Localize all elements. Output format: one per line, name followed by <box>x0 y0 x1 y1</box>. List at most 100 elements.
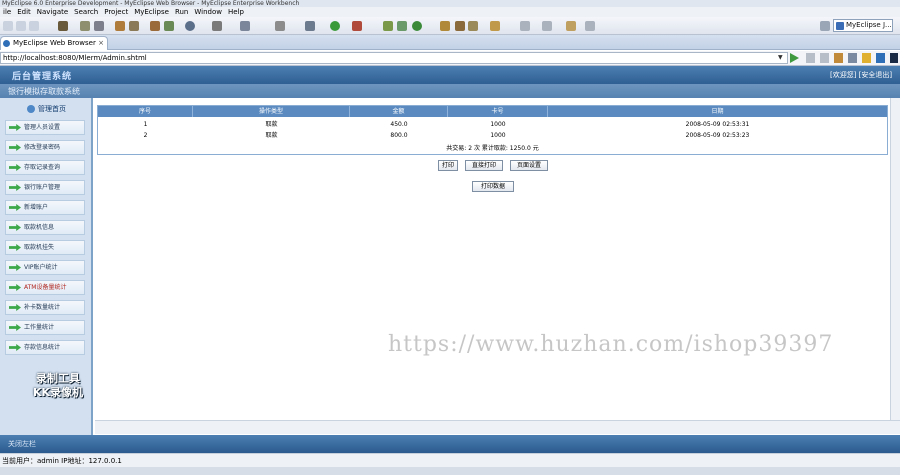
menu-navigate[interactable]: Navigate <box>37 8 68 16</box>
go-icon[interactable] <box>790 53 799 63</box>
back-icon[interactable] <box>806 53 815 63</box>
column-header: 卡号 <box>448 106 548 117</box>
arrow-icon <box>9 304 21 311</box>
window-title: MyEclipse 6.0 Enterprise Development - M… <box>2 0 300 7</box>
sidebar-item-report-loss[interactable]: 取款机挂失 <box>5 240 85 255</box>
table-cell: 2008-05-09 02:53:31 <box>685 121 750 128</box>
app-header: 后台管理系统 [欢迎您] [安全退出] <box>0 66 900 84</box>
menu-myeclipse[interactable]: MyEclipse <box>134 8 169 16</box>
settings-icon[interactable] <box>94 21 104 31</box>
new-class-icon[interactable] <box>412 21 422 31</box>
stop-icon[interactable] <box>834 53 843 63</box>
column-header: 日期 <box>711 108 724 115</box>
new-java-project-icon[interactable] <box>383 21 393 31</box>
horizontal-scrollbar[interactable] <box>95 420 900 434</box>
search-icon[interactable] <box>468 21 478 31</box>
transactions-table: 序号 操作类型 金额 卡号 日期 1 取款 450.0 1000 2008-05… <box>97 105 888 155</box>
maximize-icon[interactable] <box>890 53 898 63</box>
debug-icon[interactable] <box>305 21 315 31</box>
close-icon[interactable]: × <box>98 37 104 49</box>
sidebar-item-deposit-stats[interactable]: 存款信息统计 <box>5 340 85 355</box>
table-cell: 取款 <box>265 132 278 139</box>
sidebar-item-atm-info[interactable]: 取款机信息 <box>5 220 85 235</box>
sidebar-item-accounts[interactable]: 银行账户管理 <box>5 180 85 195</box>
info-icon[interactable] <box>876 53 885 63</box>
forward-icon[interactable] <box>585 21 595 31</box>
chevron-down-icon[interactable]: ▼ <box>778 54 783 61</box>
arrow-icon <box>9 204 21 211</box>
interface-icon[interactable] <box>164 21 174 31</box>
open-perspective-icon[interactable] <box>820 21 830 31</box>
globe-icon <box>3 40 10 47</box>
perspective-switcher[interactable]: MyEclipse J... <box>833 19 893 32</box>
status-bar: 当前用户：admin IP地址：127.0.0.1 <box>0 453 900 467</box>
arrow-icon <box>9 284 21 291</box>
table-cell: 450.0 <box>390 121 408 128</box>
project-icon[interactable] <box>115 21 125 31</box>
sidebar-item-atm-stats[interactable]: ATM设备量统计 <box>5 280 85 295</box>
user-links[interactable]: [欢迎您] [安全退出] <box>830 70 892 80</box>
deploy-icon[interactable] <box>80 21 90 31</box>
menu-project[interactable]: Project <box>104 8 128 16</box>
class-icon[interactable] <box>150 21 160 31</box>
sidebar-item-card-stats[interactable]: 补卡数量统计 <box>5 300 85 315</box>
page-setup-button[interactable]: 页面设置 <box>510 160 548 171</box>
window-icon[interactable] <box>240 21 250 31</box>
vertical-scrollbar[interactable] <box>890 98 900 420</box>
print-button[interactable]: 打印 <box>438 160 458 171</box>
menu-run[interactable]: Run <box>175 8 188 16</box>
table-cell: 取款 <box>265 121 278 128</box>
table-cell: 800.0 <box>390 132 408 139</box>
column-header: 金额 <box>350 106 448 117</box>
sidebar-item-vip-stats[interactable]: VIP账户统计 <box>5 260 85 275</box>
sidebar-item-admin-settings[interactable]: 管理人员设置 <box>5 120 85 135</box>
close-sidebar-link[interactable]: 关闭左栏 <box>8 439 36 449</box>
save-icon[interactable] <box>16 21 26 31</box>
table-row: 1 取款 450.0 1000 2008-05-09 02:53:31 <box>98 120 887 130</box>
app-title: 后台管理系统 <box>12 72 73 82</box>
globe-icon[interactable] <box>185 21 195 31</box>
menu-help[interactable]: Help <box>228 8 244 16</box>
home-icon[interactable] <box>862 53 871 63</box>
folder-icon[interactable] <box>490 21 500 31</box>
server-icon[interactable] <box>58 21 68 31</box>
sidebar-item-records[interactable]: 存取记录查询 <box>5 160 85 175</box>
taskbar-strip <box>0 467 900 475</box>
refresh-icon[interactable] <box>848 53 857 63</box>
editor-tab-bar: MyEclipse Web Browser × <box>0 35 900 50</box>
table-cell: 2008-05-09 02:53:23 <box>685 132 750 139</box>
new-package-icon[interactable] <box>397 21 407 31</box>
window-title-bar: MyEclipse 6.0 Enterprise Development - M… <box>0 0 900 7</box>
back-icon[interactable] <box>566 21 576 31</box>
prev-annotation-icon[interactable] <box>520 21 530 31</box>
sidebar-item-change-password[interactable]: 修改登录密码 <box>5 140 85 155</box>
external-tools-icon[interactable] <box>352 21 362 31</box>
tab-web-browser[interactable]: MyEclipse Web Browser × <box>0 36 108 50</box>
system-title: 银行模拟存取款系统 <box>8 87 80 96</box>
menu-search[interactable]: Search <box>74 8 98 16</box>
sidebar-heading[interactable]: 管理首页 <box>0 104 93 118</box>
menu-edit[interactable]: Edit <box>17 8 31 16</box>
menu-file[interactable]: ile <box>3 8 11 16</box>
open-type-icon[interactable] <box>440 21 450 31</box>
menu-window[interactable]: Window <box>194 8 222 16</box>
table-summary: 共交易: 2 次 累计取款: 1250.0 元 <box>446 145 539 152</box>
terminal-icon[interactable] <box>212 21 222 31</box>
run-icon[interactable] <box>330 21 340 31</box>
table-cell: 1000 <box>490 121 506 128</box>
arrow-icon <box>9 244 21 251</box>
status-text: 当前用户：admin IP地址：127.0.0.1 <box>2 457 122 465</box>
table-cell: 1000 <box>490 132 506 139</box>
new-icon[interactable] <box>3 21 13 31</box>
package-icon[interactable] <box>129 21 139 31</box>
sidebar-item-new-account[interactable]: 新增账户 <box>5 200 85 215</box>
tools-icon[interactable] <box>275 21 285 31</box>
print-icon[interactable] <box>29 21 39 31</box>
url-input[interactable]: http://localhost:8080/Mlerm/Admin.shtml <box>0 52 788 64</box>
forward-icon[interactable] <box>820 53 829 63</box>
print-data-button[interactable]: 打印数据 <box>472 181 514 192</box>
next-annotation-icon[interactable] <box>542 21 552 31</box>
sidebar-item-workload-stats[interactable]: 工作量统计 <box>5 320 85 335</box>
open-resource-icon[interactable] <box>455 21 465 31</box>
direct-print-button[interactable]: 直接打印 <box>465 160 503 171</box>
